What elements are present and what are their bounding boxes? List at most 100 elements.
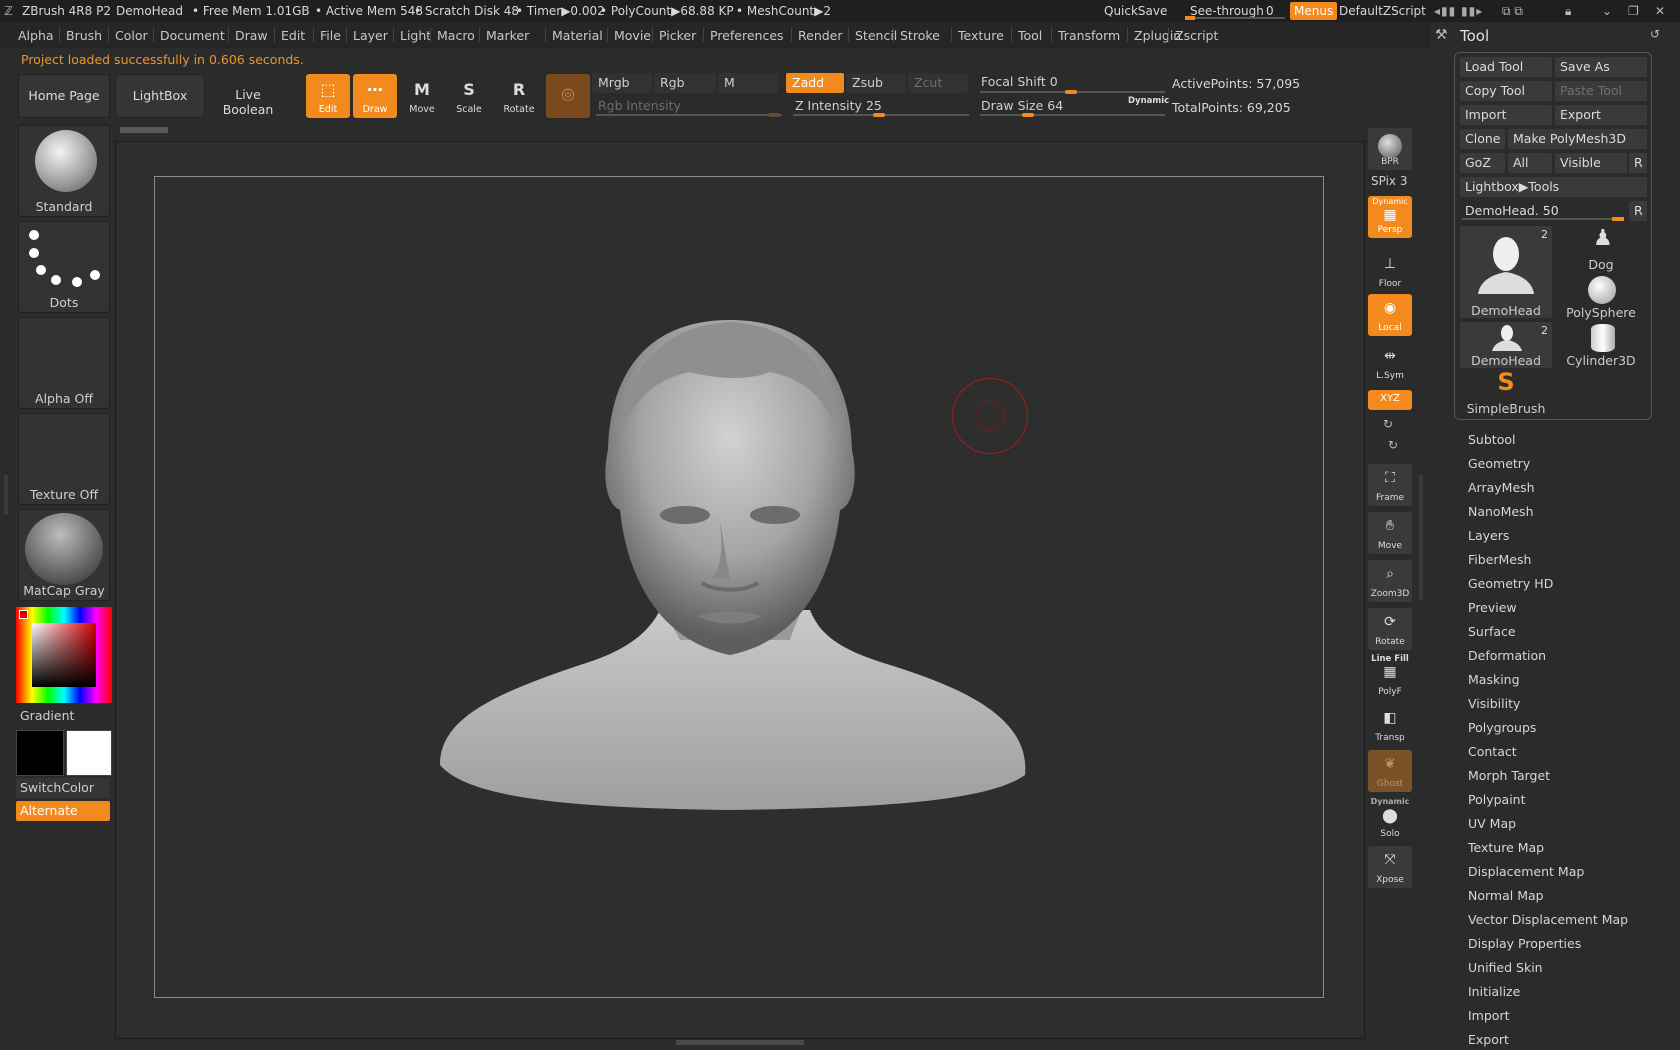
minimize-icon[interactable]: ⌄ [1602, 4, 1612, 18]
zadd-button[interactable]: Zadd [786, 73, 844, 93]
subpalette-vector-displacement-map[interactable]: Vector Displacement Map [1468, 912, 1628, 927]
subpalette-geometry-hd[interactable]: Geometry HD [1468, 576, 1553, 591]
export-tool-button[interactable]: Export [1555, 105, 1647, 125]
polyf-button[interactable]: ▦ PolyF [1368, 664, 1412, 700]
menu-stencil[interactable]: Stencil [855, 28, 897, 43]
subpalette-morph-target[interactable]: Morph Target [1468, 768, 1550, 783]
subpalette-fibermesh[interactable]: FiberMesh [1468, 552, 1531, 567]
demohead-model[interactable] [430, 310, 1030, 815]
import-tool-button[interactable]: Import [1460, 105, 1552, 125]
bottom-tray-handle[interactable] [676, 1040, 804, 1045]
paste-tool-button[interactable]: Paste Tool [1555, 81, 1647, 101]
tool-palette-title[interactable]: Tool [1460, 27, 1489, 45]
subpalette-uv-map[interactable]: UV Map [1468, 816, 1516, 831]
zoom3d-button[interactable]: ⌕ Zoom3D [1368, 560, 1412, 602]
make-polymesh-button[interactable]: Make PolyMesh3D [1508, 129, 1647, 149]
stroke-selector[interactable]: Dots [18, 221, 110, 313]
canvas-scrollbar[interactable] [120, 127, 168, 133]
brush-selector[interactable]: Standard [18, 125, 110, 217]
spix-control[interactable]: SPix 3 [1371, 174, 1408, 188]
rotate-view-button[interactable]: ⟳ Rotate [1368, 608, 1412, 650]
scroll-arrows-icon[interactable]: ◂▮▮ ▮▮▸ [1434, 4, 1483, 18]
quicksave-button[interactable]: QuickSave [1104, 4, 1167, 18]
y-rotate-icon[interactable]: ↻ [1383, 417, 1393, 431]
left-tray-handle[interactable] [4, 475, 8, 515]
lock-icon[interactable]: 🔒︎ [1565, 4, 1571, 19]
z-rotate-icon[interactable]: ↻ [1388, 438, 1398, 452]
tool-thumb-simplebrush[interactable]: S SimpleBrush [1460, 368, 1552, 416]
subpalette-visibility[interactable]: Visibility [1468, 696, 1520, 711]
current-tool-r-button[interactable]: R [1629, 201, 1647, 221]
solo-button[interactable]: ⬤ Solo [1368, 806, 1412, 842]
subpalette-masking[interactable]: Masking [1468, 672, 1520, 687]
transp-button[interactable]: ◧ Transp [1368, 704, 1412, 746]
menu-alpha[interactable]: Alpha [18, 28, 54, 43]
color-square[interactable] [32, 623, 96, 687]
menu-document[interactable]: Document [160, 28, 225, 43]
lightbox-tools-button[interactable]: Lightbox▶Tools [1460, 177, 1647, 197]
goz-all-button[interactable]: All [1508, 153, 1552, 173]
subpalette-preview[interactable]: Preview [1468, 600, 1517, 615]
menu-layer[interactable]: Layer [353, 28, 388, 43]
material-selector[interactable]: MatCap Gray [18, 509, 110, 601]
load-tool-button[interactable]: Load Tool [1460, 57, 1552, 77]
subpalette-contact[interactable]: Contact [1468, 744, 1517, 759]
goz-button[interactable]: GoZ [1460, 153, 1505, 173]
texture-selector[interactable]: Texture Off [18, 413, 110, 505]
floor-button[interactable]: ⊥ Floor [1368, 250, 1412, 292]
gradient-label[interactable]: Gradient [20, 708, 74, 723]
menu-transform[interactable]: Transform [1058, 28, 1120, 43]
menu-zscript[interactable]: Zscript [1175, 28, 1218, 43]
focal-shift-slider[interactable]: Focal Shift 0 [975, 72, 1165, 92]
local-button[interactable]: ◉ Local [1368, 294, 1412, 336]
subpalette-arraymesh[interactable]: ArrayMesh [1468, 480, 1535, 495]
m-button[interactable]: M [718, 73, 778, 93]
sculptris-pro-button[interactable]: ◎ [546, 74, 590, 118]
move-mode-button[interactable]: M Move [400, 74, 444, 118]
menu-macro[interactable]: Macro [437, 28, 475, 43]
menu-light[interactable]: Light [400, 28, 431, 43]
tool-thumb-demohead-2[interactable]: 2 DemoHead [1460, 322, 1552, 368]
zscript-button[interactable]: DefaultZScript [1339, 4, 1426, 18]
tool-thumb-polysphere[interactable]: PolySphere [1555, 274, 1647, 320]
bpr-button[interactable]: BPR [1368, 128, 1412, 170]
primary-color-swatch[interactable] [66, 730, 112, 776]
zcut-button[interactable]: Zcut [908, 73, 968, 93]
frame-button[interactable]: ⛶ Frame [1368, 464, 1412, 506]
rgb-button[interactable]: Rgb [654, 73, 716, 93]
menu-edit[interactable]: Edit [281, 28, 305, 43]
subpalette-surface[interactable]: Surface [1468, 624, 1516, 639]
xpose-button[interactable]: ⤧ Xpose [1368, 846, 1412, 888]
right-tray-handle[interactable] [1419, 475, 1423, 600]
subpalette-geometry[interactable]: Geometry [1468, 456, 1530, 471]
close-icon[interactable]: ✕ [1655, 4, 1665, 18]
maximize-icon[interactable]: ❐ [1628, 4, 1639, 18]
menu-file[interactable]: File [320, 28, 341, 43]
subpalette-nanomesh[interactable]: NanoMesh [1468, 504, 1534, 519]
subpalette-display-properties[interactable]: Display Properties [1468, 936, 1581, 951]
rgb-intensity-slider[interactable]: Rgb Intensity [592, 96, 782, 116]
save-as-button[interactable]: Save As [1555, 57, 1647, 77]
subpalette-layers[interactable]: Layers [1468, 528, 1509, 543]
subpalette-initialize[interactable]: Initialize [1468, 984, 1520, 999]
ghost-button[interactable]: ❦ Ghost [1368, 750, 1412, 792]
copy-tool-button[interactable]: Copy Tool [1460, 81, 1552, 101]
dynamic-size-toggle[interactable]: Dynamic [1128, 96, 1169, 106]
subpalette-polypaint[interactable]: Polypaint [1468, 792, 1526, 807]
tool-thumb-demohead-1[interactable]: 2 DemoHead [1460, 226, 1552, 318]
live-boolean-button[interactable]: Live Boolean [208, 74, 288, 118]
see-through-label[interactable]: See-through [1190, 4, 1264, 18]
lsym-button[interactable]: ⇹ L.Sym [1368, 342, 1412, 384]
palette-reset-icon[interactable]: ↺ [1650, 27, 1660, 41]
menu-tool[interactable]: Tool [1018, 28, 1042, 43]
subpalette-normal-map[interactable]: Normal Map [1468, 888, 1544, 903]
subpalette-displacement-map[interactable]: Displacement Map [1468, 864, 1584, 879]
switch-color-button[interactable]: SwitchColor [16, 778, 110, 798]
clone-button[interactable]: Clone [1460, 129, 1505, 149]
subpalette-polygroups[interactable]: Polygroups [1468, 720, 1536, 735]
goz-r-button[interactable]: R [1629, 153, 1647, 173]
alpha-selector[interactable]: Alpha Off [18, 317, 110, 409]
subpalette-export[interactable]: Export [1468, 1032, 1509, 1047]
zsub-button[interactable]: Zsub [846, 73, 906, 93]
menu-picker[interactable]: Picker [659, 28, 696, 43]
